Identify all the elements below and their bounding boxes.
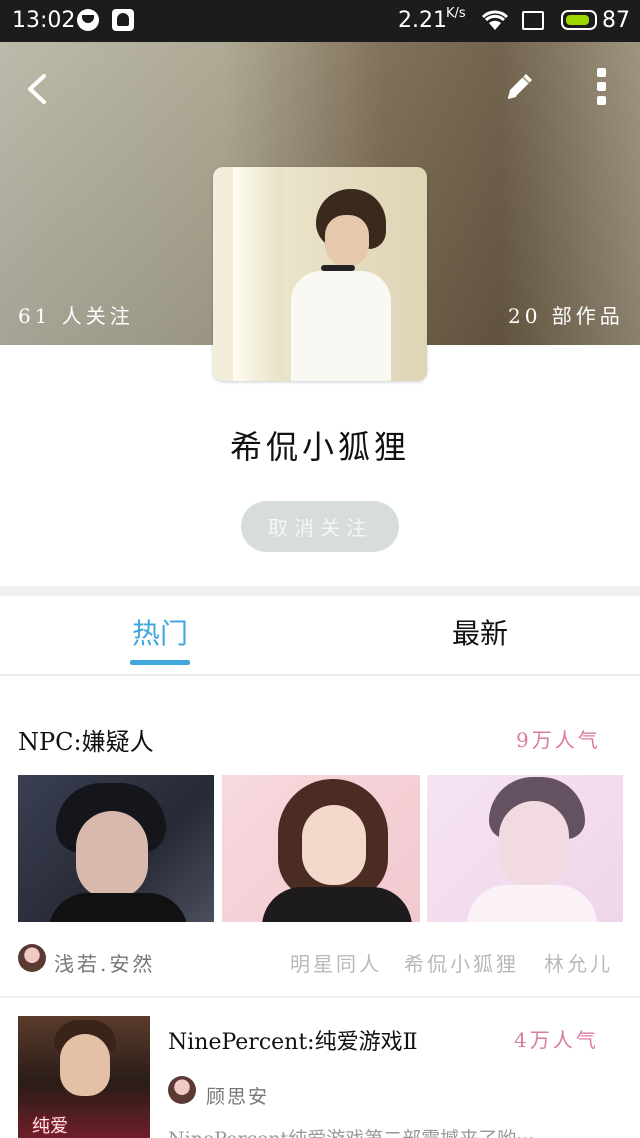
work-tag[interactable]: 林允儿	[544, 948, 613, 977]
battery-percent: 87	[602, 8, 630, 33]
work-title[interactable]: NPC:嫌疑人	[18, 722, 154, 757]
work-image[interactable]	[222, 775, 420, 922]
active-tab-indicator	[130, 660, 190, 665]
work-tag[interactable]: 希侃小狐狸	[404, 948, 519, 977]
author-avatar[interactable]	[168, 1076, 196, 1104]
screen-icon	[522, 11, 544, 30]
battery-icon	[561, 10, 597, 30]
author-name[interactable]: 顾思安	[206, 1082, 269, 1109]
notification-icon	[77, 9, 99, 31]
section-divider	[0, 586, 640, 596]
work-title[interactable]: NinePercent:纯爱游戏Ⅱ	[168, 1024, 418, 1056]
network-speed-unit: K/s	[446, 6, 466, 21]
edit-button[interactable]	[502, 70, 536, 104]
qq-icon	[112, 9, 134, 31]
tab-hot[interactable]: 热门	[132, 612, 188, 652]
works-count[interactable]: 20 部作品	[508, 300, 624, 329]
work-popularity: 4万人气	[514, 1028, 599, 1052]
back-button[interactable]	[22, 72, 52, 106]
status-time: 13:02	[12, 8, 76, 33]
work-popularity: 9万人气	[516, 728, 601, 752]
content-tabs: 热门 最新	[0, 596, 640, 676]
card-separator	[0, 996, 640, 998]
work-cover-image[interactable]: 纯爱	[18, 1016, 150, 1138]
status-bar: 13:02 2.21 K/s 87	[0, 0, 640, 42]
profile-name: 希侃小狐狸	[229, 428, 410, 466]
cover-title-text: 纯爱	[32, 1116, 68, 1137]
work-image[interactable]	[427, 775, 623, 922]
more-options-button[interactable]	[590, 68, 612, 108]
tab-latest[interactable]: 最新	[452, 612, 508, 652]
unfollow-button[interactable]: 取消关注	[241, 501, 399, 552]
author-name[interactable]: 浅若.安然	[54, 948, 155, 977]
author-avatar[interactable]	[18, 944, 46, 972]
work-tag[interactable]: 明星同人	[290, 948, 382, 977]
work-description: NinePercent纯爱游戏第二部震撼来了哟···	[168, 1124, 616, 1138]
followers-count[interactable]: 61 人关注	[18, 300, 134, 329]
profile-avatar[interactable]	[213, 167, 427, 381]
work-image[interactable]	[18, 775, 214, 922]
wifi-icon	[481, 10, 509, 30]
network-speed: 2.21	[398, 8, 447, 33]
